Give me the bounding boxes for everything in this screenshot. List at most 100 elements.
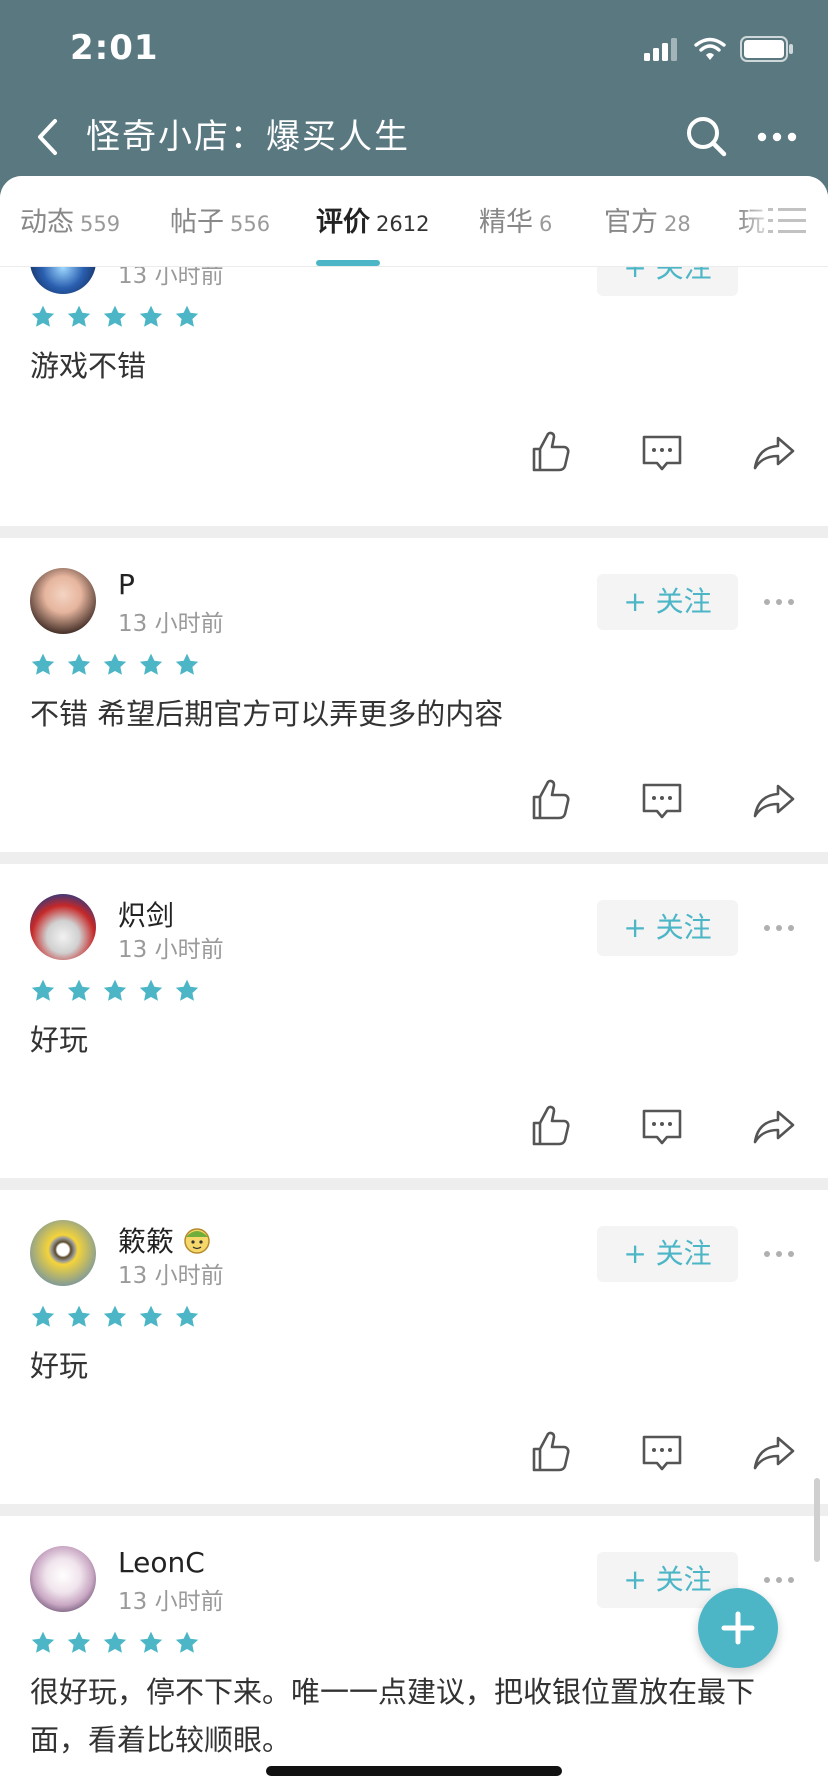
- add-post-button[interactable]: [698, 1588, 778, 1668]
- star-icon: [139, 979, 163, 1001]
- tab-count: 2612: [376, 212, 430, 236]
- home-indicator: [266, 1766, 562, 1776]
- like-icon[interactable]: [526, 1102, 574, 1150]
- username[interactable]: 簌簌: [118, 1220, 212, 1260]
- list-menu-icon: [768, 208, 806, 233]
- follow-button[interactable]: + 关注: [597, 900, 738, 956]
- star-rating: [30, 1304, 200, 1330]
- tab-posts[interactable]: 帖子 556: [170, 176, 270, 266]
- star-icon: [31, 1305, 55, 1327]
- more-options-icon[interactable]: [762, 1244, 796, 1264]
- star-icon: [67, 979, 91, 1001]
- share-icon[interactable]: [750, 1102, 798, 1150]
- star-icon: [31, 1631, 55, 1653]
- share-icon[interactable]: [750, 776, 798, 824]
- more-icon: [757, 132, 797, 142]
- more-options-icon[interactable]: [762, 918, 796, 938]
- star-icon: [67, 305, 91, 327]
- star-icon: [175, 653, 199, 675]
- star-icon: [175, 1631, 199, 1653]
- plus-icon: [721, 1611, 755, 1645]
- username[interactable]: P: [118, 568, 135, 601]
- review-time: 13 小时前: [118, 611, 224, 637]
- status-bar: 2:01: [0, 0, 828, 100]
- review-card: LeonC 13 小时前 + 关注 很好玩，停不下来。唯一一点建议，把收银位置放…: [0, 1516, 828, 1792]
- review-card: 炽剑 13 小时前 + 关注 好玩: [0, 864, 828, 1178]
- username[interactable]: LeonC: [118, 1546, 205, 1579]
- more-button[interactable]: [752, 112, 802, 162]
- star-icon: [175, 979, 199, 1001]
- tab-official[interactable]: 官方 28: [604, 176, 691, 266]
- like-icon[interactable]: [526, 428, 574, 476]
- star-icon: [67, 1305, 91, 1327]
- share-icon[interactable]: [750, 428, 798, 476]
- back-arrow-icon: [38, 119, 57, 155]
- follow-button[interactable]: + 关注: [597, 1226, 738, 1282]
- comment-icon[interactable]: [638, 776, 686, 824]
- tab-count: 6: [539, 212, 553, 236]
- search-button[interactable]: [682, 112, 732, 162]
- star-icon: [139, 1305, 163, 1327]
- like-icon[interactable]: [526, 776, 574, 824]
- review-text: 不错 希望后期官方可以弄更多的内容: [30, 697, 504, 731]
- review-text: 好玩: [30, 1023, 89, 1057]
- page-title: 怪奇小店：爆买人生: [86, 117, 410, 157]
- star-icon: [31, 979, 55, 1001]
- username-text: 簌簌: [118, 1225, 175, 1258]
- avatar[interactable]: [30, 568, 96, 634]
- content-sheet: 动态559 帖子556 评价2612 精华6 官方28 玩 13 小时前 + 关…: [0, 176, 828, 1792]
- comment-icon[interactable]: [638, 1102, 686, 1150]
- share-icon[interactable]: [750, 1428, 798, 1476]
- review-card: P 13 小时前 + 关注 不错 希望后期官方可以弄更多的内容: [0, 538, 828, 852]
- wifi-icon: [694, 37, 726, 60]
- star-rating: [30, 652, 200, 678]
- star-icon: [103, 653, 127, 675]
- review-text: 很好玩，停不下来。唯一一点建议，把收银位置放在最下面，看着比较顺眼。: [30, 1675, 756, 1757]
- app-header: 怪奇小店：爆买人生: [0, 100, 828, 176]
- more-options-icon[interactable]: [762, 1570, 796, 1590]
- tab-moments[interactable]: 动态 559: [20, 176, 120, 266]
- tab-count: 559: [80, 212, 121, 236]
- star-icon: [139, 1631, 163, 1653]
- comment-icon[interactable]: [638, 428, 686, 476]
- status-icons: [644, 36, 794, 62]
- star-icon: [103, 1305, 127, 1327]
- star-icon: [103, 979, 127, 1001]
- scrollbar-thumb[interactable]: [814, 1478, 820, 1562]
- search-icon: [687, 117, 727, 157]
- tab-menu-button[interactable]: [768, 206, 806, 236]
- star-icon: [67, 653, 91, 675]
- avatar[interactable]: [30, 894, 96, 960]
- back-button[interactable]: [24, 110, 70, 164]
- tab-label: 官方: [604, 207, 658, 238]
- tab-label: 评价: [316, 207, 370, 238]
- star-rating: [30, 304, 200, 330]
- tab-highlights[interactable]: 精华 6: [479, 176, 552, 266]
- review-time: 13 小时前: [118, 1589, 224, 1615]
- avatar[interactable]: [30, 1546, 96, 1612]
- star-icon: [175, 305, 199, 327]
- username[interactable]: 炽剑: [118, 894, 174, 934]
- review-card: 簌簌 13 小时前 + 关注 好玩: [0, 1190, 828, 1504]
- review-time: 13 小时前: [118, 937, 224, 963]
- star-rating: [30, 978, 200, 1004]
- tab-bar: 动态559 帖子556 评价2612 精华6 官方28 玩: [0, 176, 828, 267]
- status-time: 2:01: [70, 28, 159, 68]
- star-rating: [30, 1630, 200, 1656]
- review-time: 13 小时前: [118, 1263, 224, 1289]
- tab-reviews[interactable]: 评价 2612: [316, 176, 429, 266]
- star-icon: [31, 653, 55, 675]
- comment-icon[interactable]: [638, 1428, 686, 1476]
- follow-button[interactable]: + 关注: [597, 574, 738, 630]
- tab-label: 动态: [20, 207, 74, 238]
- star-icon: [103, 305, 127, 327]
- avatar[interactable]: [30, 1220, 96, 1286]
- review-card: 13 小时前 + 关注 游戏不错: [0, 228, 828, 526]
- star-icon: [139, 305, 163, 327]
- more-options-icon[interactable]: [762, 592, 796, 612]
- cellular-signal-icon: [644, 38, 677, 61]
- battery-icon: [740, 36, 793, 62]
- review-text: 游戏不错: [30, 349, 147, 383]
- active-tab-indicator: [316, 260, 380, 266]
- like-icon[interactable]: [526, 1428, 574, 1476]
